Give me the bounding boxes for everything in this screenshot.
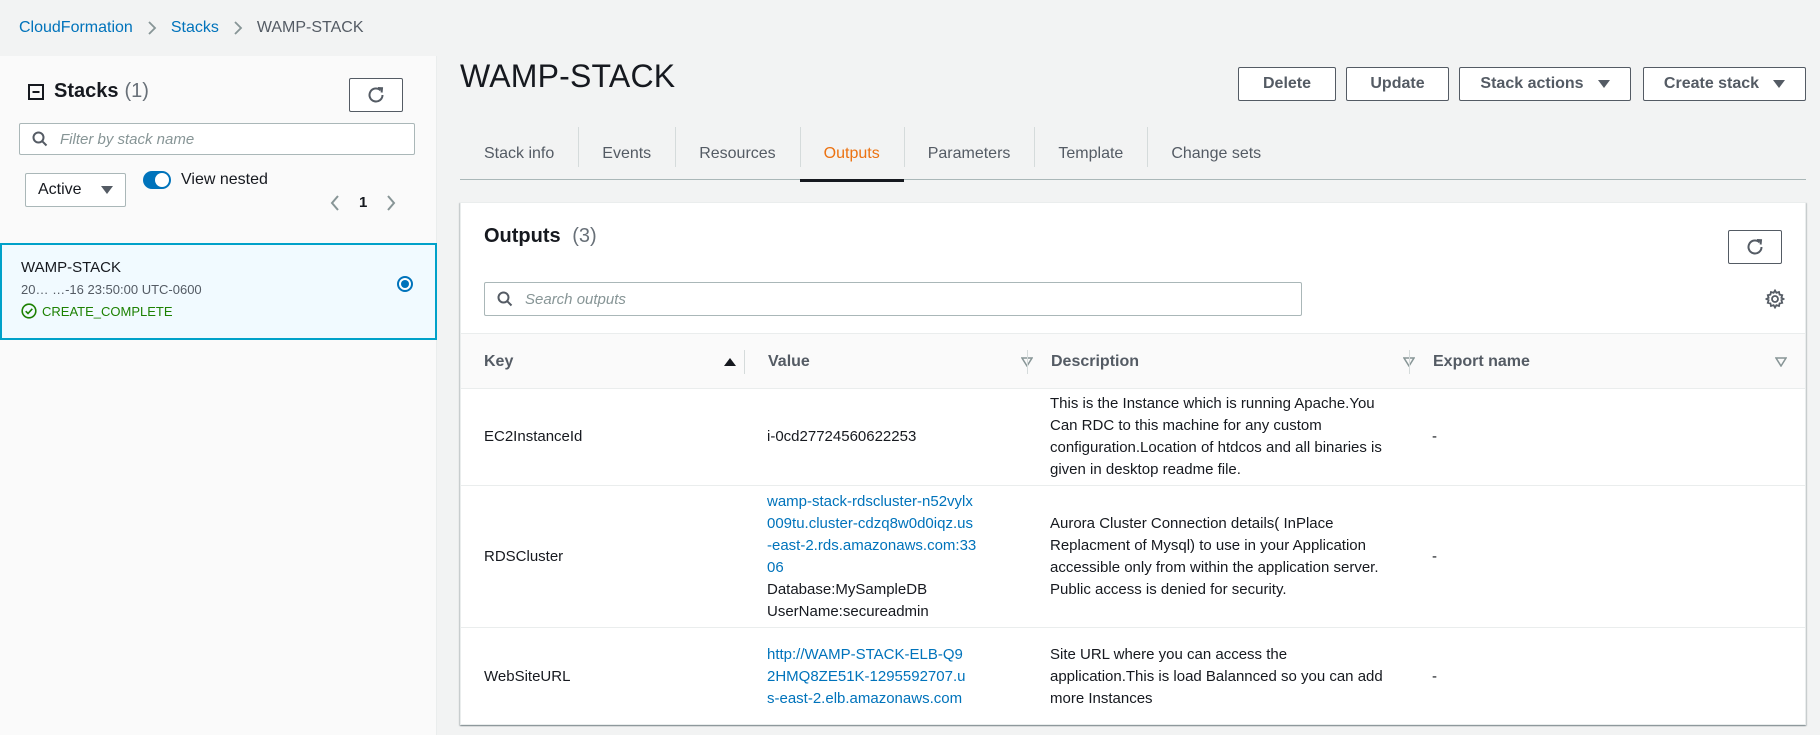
check-circle-icon	[21, 303, 42, 319]
stacks-panel: Stacks (1) Active View nested 1 WAMP-STA…	[0, 56, 437, 735]
output-key: RDSCluster	[484, 547, 564, 565]
website-url-link[interactable]: http://WAMP-STACK-ELB-Q92HMQ8ZE51K-12955…	[767, 646, 965, 707]
table-row: WebSiteURL http://WAMP-STACK-ELB-Q92HMQ8…	[461, 628, 1805, 726]
update-button-label: Update	[1370, 75, 1425, 92]
filter-stack-input[interactable]	[58, 129, 414, 149]
delete-button[interactable]: Delete	[1238, 67, 1336, 101]
gear-icon[interactable]	[1765, 289, 1785, 309]
search-outputs-input[interactable]	[523, 289, 1301, 309]
output-value: wamp-stack-rdscluster-n52vylx009tu.clust…	[767, 491, 977, 623]
column-header-key[interactable]: Key	[484, 334, 754, 390]
view-nested-label: View nested	[181, 171, 268, 188]
previous-page-icon[interactable]	[325, 194, 345, 211]
table-row: EC2InstanceId i-0cd27724560622253 This i…	[461, 389, 1805, 486]
create-stack-label: Create stack	[1663, 75, 1760, 92]
search-icon	[497, 291, 513, 307]
stack-list-item[interactable]: WAMP-STACK 20… …-16 23:50:00 UTC-0600 CR…	[0, 243, 437, 340]
search-outputs-wrapper	[484, 282, 1302, 316]
outputs-table-header: Key Value Description Export name	[461, 333, 1805, 389]
outputs-count: (3)	[572, 225, 597, 247]
pagination: 1	[325, 194, 401, 211]
tab-template[interactable]: Template	[1034, 127, 1147, 180]
output-value-database: Database:MySampleDB	[767, 580, 928, 598]
create-stack-button[interactable]: Create stack	[1643, 67, 1806, 101]
caret-down-icon	[1773, 79, 1786, 89]
breadcrumb-stacks[interactable]: Stacks	[171, 19, 219, 37]
outputs-header: Outputs (3)	[484, 225, 597, 248]
breadcrumb: CloudFormation Stacks WAMP-STACK	[19, 16, 364, 40]
stack-status-text: CREATE_COMPLETE	[42, 303, 173, 319]
column-header-value[interactable]: Value	[768, 334, 1051, 390]
collapse-icon[interactable]	[28, 83, 44, 100]
column-description-label: Description	[1051, 353, 1140, 370]
next-page-icon[interactable]	[381, 194, 401, 211]
tab-stack-info[interactable]: Stack info	[460, 127, 578, 180]
output-description: Aurora Cluster Connection details( InPla…	[1050, 514, 1379, 598]
caret-down-icon	[101, 185, 113, 195]
view-nested-toggle[interactable]: View nested	[143, 171, 268, 189]
output-export-name: -	[1432, 547, 1437, 565]
stack-select-radio[interactable]	[397, 276, 413, 292]
output-description: This is the Instance which is running Ap…	[1050, 395, 1382, 478]
stack-name: WAMP-STACK	[21, 259, 121, 276]
page-title: WAMP-STACK	[460, 58, 676, 94]
search-icon	[32, 131, 48, 147]
output-value: i-0cd27724560622253	[767, 428, 917, 445]
stack-status: CREATE_COMPLETE	[21, 303, 173, 319]
output-key: WebSiteURL	[484, 668, 571, 685]
update-button[interactable]: Update	[1346, 67, 1449, 101]
toggle-switch[interactable]	[143, 171, 171, 189]
page-number[interactable]: 1	[359, 194, 367, 211]
breadcrumb-cloudformation[interactable]: CloudFormation	[19, 19, 133, 37]
stack-actions-button[interactable]: Stack actions	[1459, 67, 1631, 101]
output-export-name: -	[1432, 428, 1437, 445]
rds-endpoint-link[interactable]: wamp-stack-rdscluster-n52vylx009tu.clust…	[767, 493, 976, 576]
tab-events[interactable]: Events	[578, 127, 675, 180]
tab-change-sets[interactable]: Change sets	[1147, 127, 1285, 180]
output-value-username: UserName:secureadmin	[767, 602, 929, 620]
stack-tabs: Stack info Events Resources Outputs Para…	[460, 127, 1806, 182]
refresh-icon	[366, 85, 386, 105]
stacks-header: Stacks (1)	[28, 80, 149, 103]
tab-resources[interactable]: Resources	[675, 127, 799, 180]
refresh-icon	[1745, 237, 1765, 257]
column-key-label: Key	[484, 353, 514, 370]
stack-actions-label: Stack actions	[1480, 75, 1584, 92]
caret-down-icon	[1597, 79, 1610, 89]
output-export-name: -	[1432, 668, 1437, 685]
refresh-stacks-button[interactable]	[349, 78, 403, 112]
stacks-title: Stacks	[54, 80, 119, 102]
tab-outputs[interactable]: Outputs	[799, 127, 904, 182]
column-value-label: Value	[768, 353, 810, 370]
chevron-right-icon	[233, 21, 243, 35]
outputs-title: Outputs	[484, 225, 561, 247]
stack-created-time: 20… …-16 23:50:00 UTC-0600	[21, 282, 202, 297]
status-filter-value: Active	[38, 181, 82, 198]
filter-stack-input-wrapper	[19, 123, 415, 155]
tab-parameters[interactable]: Parameters	[903, 127, 1035, 180]
column-export-name-label: Export name	[1433, 353, 1530, 370]
output-value: http://WAMP-STACK-ELB-Q92HMQ8ZE51K-12955…	[767, 644, 967, 710]
breadcrumb-current: WAMP-STACK	[256, 19, 364, 36]
status-filter-select[interactable]: Active	[25, 173, 126, 207]
refresh-outputs-button[interactable]	[1728, 230, 1782, 264]
chevron-right-icon	[147, 21, 157, 35]
column-header-export-name[interactable]: Export name	[1433, 334, 1805, 390]
delete-button-label: Delete	[1262, 75, 1312, 92]
sort-icon[interactable]	[1775, 357, 1787, 367]
table-row: RDSCluster wamp-stack-rdscluster-n52vylx…	[461, 486, 1805, 628]
output-key: EC2InstanceId	[484, 428, 583, 445]
stacks-count: (1)	[124, 80, 149, 102]
column-header-description[interactable]: Description	[1051, 334, 1433, 390]
output-description: Site URL where you can access the applic…	[1050, 646, 1383, 707]
sort-ascending-icon[interactable]	[724, 357, 736, 367]
outputs-panel: Outputs (3) Key Value	[460, 202, 1806, 725]
